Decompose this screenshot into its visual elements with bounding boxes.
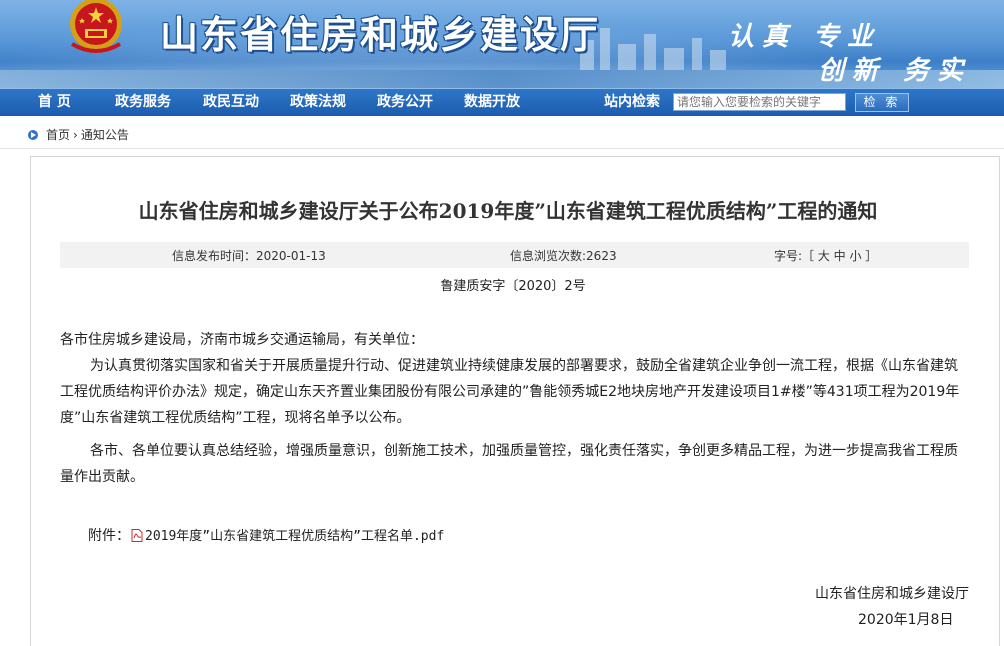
site-title: 山东省住房和城乡建设厅 <box>160 12 601 57</box>
issue-date: 2020年1月8日 <box>858 612 954 628</box>
article-meta-bar: 信息发布时间：2020-01-13 信息浏览次数:2623 字号:［ 大 中 小… <box>60 242 969 268</box>
search-button[interactable]: 检 索 <box>855 93 909 112</box>
paragraph-1-line-2: 工程优质结构评价办法》规定，确定山东天齐置业集团股份有限公司承建的”鲁能领秀城E… <box>60 384 960 400</box>
search-input[interactable] <box>673 93 846 111</box>
view-count: 信息浏览次数:2623 <box>510 249 617 263</box>
divider <box>0 148 1004 149</box>
slogan-line-2: 创新 务实 <box>818 56 972 86</box>
nav-item-government-disclosure[interactable]: 政务公开 <box>377 89 433 116</box>
paragraph-1-line-3: 度”山东省建筑工程优质结构”工程，现将名单予以公布。 <box>60 410 411 426</box>
breadcrumb-separator: › <box>73 128 78 142</box>
pdf-file-icon <box>131 529 143 542</box>
nav-item-public-interaction[interactable]: 政民互动 <box>203 89 259 116</box>
nav-item-open-data[interactable]: 数据开放 <box>464 89 520 116</box>
publish-time: 信息发布时间：2020-01-13 <box>172 249 326 263</box>
document-number: 鲁建质安字〔2020〕2号 <box>440 279 586 294</box>
font-size-selector[interactable]: 字号:［ 大 中 小 ］ <box>774 247 877 264</box>
main-nav: 首 页 政务服务 政民互动 政策法规 政务公开 数据开放 站内检索 检 索 <box>0 88 1004 116</box>
attachment-row: 附件： 2019年度”山东省建筑工程优质结构”工程名单.pdf <box>88 525 444 545</box>
paragraph-2-line-2: 量作出贡献。 <box>60 469 144 485</box>
attachment-label: 附件： <box>88 528 130 544</box>
issuer-signature: 山东省住房和城乡建设厅 <box>815 586 969 602</box>
national-emblem-icon <box>70 0 122 53</box>
breadcrumb-home-link[interactable]: 首页 <box>46 128 70 142</box>
site-search-label: 站内检索 <box>604 94 660 110</box>
header-banner: 山东省住房和城乡建设厅 认真 专业 创新 务实 <box>0 0 1004 88</box>
nav-item-policies-regulations[interactable]: 政策法规 <box>290 89 346 116</box>
article-title: 山东省住房和城乡建设厅关于公布2019年度”山东省建筑工程优质结构”工程的通知 <box>138 199 878 223</box>
nav-item-home[interactable]: 首 页 <box>38 89 71 116</box>
salutation: 各市住房城乡建设局，济南市城乡交通运输局，有关单位： <box>60 332 424 348</box>
attachment-link[interactable]: 2019年度”山东省建筑工程优质结构”工程名单.pdf <box>145 529 444 544</box>
paragraph-2-line-1: 各市、各单位要认真总结经验，增强质量意识，创新施工技术，加强质量管控，强化责任落… <box>90 443 958 459</box>
breadcrumb-arrow-icon <box>28 130 38 140</box>
breadcrumb: 首页 › 通知公告 <box>28 126 129 144</box>
nav-item-government-services[interactable]: 政务服务 <box>115 89 171 116</box>
breadcrumb-current-link[interactable]: 通知公告 <box>81 128 129 142</box>
paragraph-1-line-1: 为认真贯彻落实国家和省关于开展质量提升行动、促进建筑业持续健康发展的部署要求，鼓… <box>90 358 958 374</box>
slogan-line-1: 认真 专业 <box>728 22 882 52</box>
